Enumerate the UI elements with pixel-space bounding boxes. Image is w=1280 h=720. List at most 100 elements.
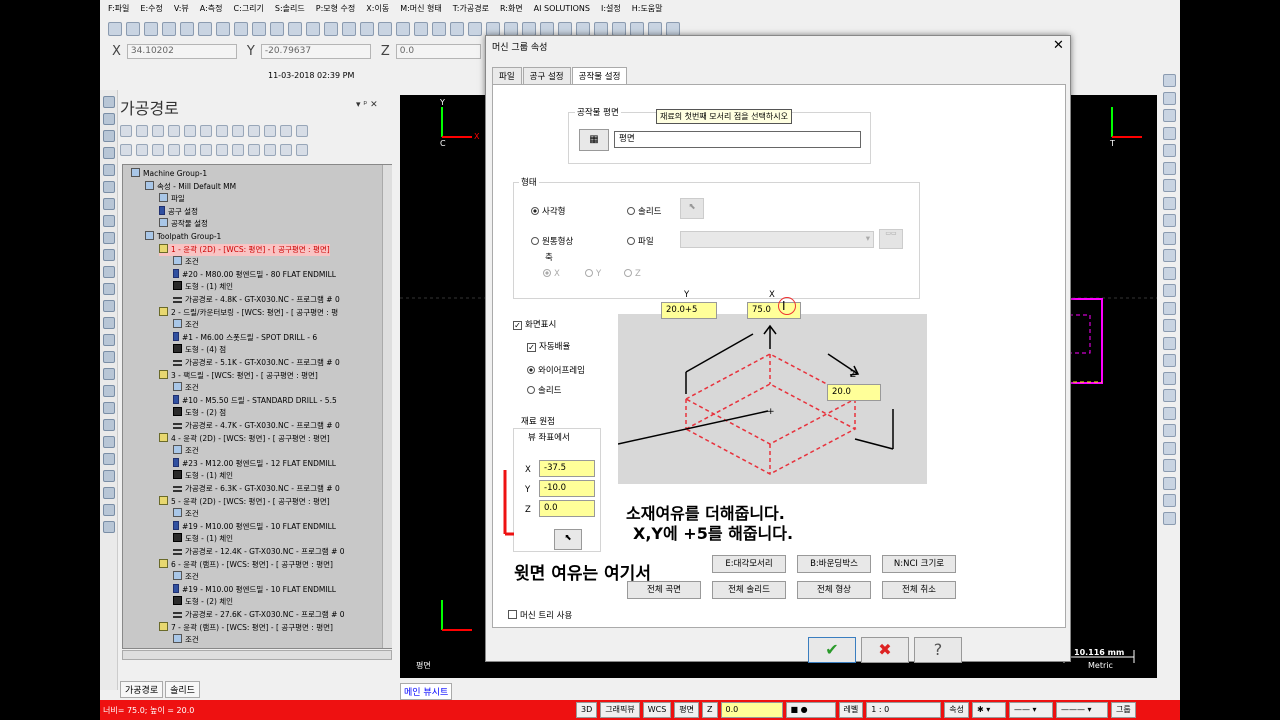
tree-row[interactable]: 조건	[173, 256, 199, 268]
toolbar-tool-icon[interactable]	[162, 22, 176, 36]
tree-row[interactable]: 조건	[173, 445, 199, 457]
right-tool-icon[interactable]	[1163, 371, 1176, 385]
help-button[interactable]: ?	[914, 637, 962, 663]
toolbar-tool-icon[interactable]	[414, 22, 428, 36]
toolpath-tool-icon[interactable]	[136, 125, 148, 137]
right-tool-icon[interactable]	[1163, 301, 1176, 315]
ok-button[interactable]: ✔	[808, 637, 856, 663]
toolbar-tool-icon[interactable]	[270, 22, 284, 36]
tree-row[interactable]: 도형 - (1) 체인	[173, 533, 233, 545]
toolbar-tool-icon[interactable]	[666, 22, 680, 36]
toolbar-tool-icon[interactable]	[432, 22, 446, 36]
sidebar-tool-icon[interactable]	[103, 113, 115, 125]
x-coordinate-field[interactable]: 34.10202	[126, 43, 237, 59]
status-point-style[interactable]: ✱ ▾	[971, 702, 1006, 718]
toolpath-tool-icon[interactable]	[296, 125, 308, 137]
tree-row[interactable]: Toolpath Group-1	[145, 231, 221, 243]
status-plane-button[interactable]: 평면	[674, 702, 700, 718]
menu-item-11[interactable]: AI SOLUTIONS	[534, 4, 590, 13]
toolpath-tool-icon[interactable]	[232, 125, 244, 137]
display-checkbox[interactable]: ✓	[513, 321, 522, 330]
wireframe-radio[interactable]	[527, 366, 535, 374]
tree-row[interactable]: 가공경로 - 4.7K - GT-X030.NC - 프로그램 # 0	[173, 420, 340, 432]
tree-vertical-scrollbar[interactable]	[382, 165, 392, 648]
sidebar-tool-icon[interactable]	[103, 300, 115, 312]
right-tool-icon[interactable]	[1163, 354, 1176, 367]
select-plane-button[interactable]: ▦	[579, 129, 609, 151]
toolbar-tool-icon[interactable]	[612, 22, 626, 36]
machine-tree-checkbox[interactable]	[508, 610, 517, 619]
tab-solids[interactable]: 솔리드	[165, 681, 200, 698]
tree-row[interactable]: 조건	[173, 508, 199, 520]
right-tool-icon[interactable]	[1163, 476, 1176, 490]
status-line-width[interactable]: ——— ▾	[1055, 702, 1108, 718]
toolbar-tool-icon[interactable]	[540, 22, 554, 36]
all-solids-button[interactable]: 전체 솔리드	[712, 581, 786, 599]
file-dropdown[interactable]: ▾	[680, 231, 874, 248]
right-tool-icon[interactable]	[1163, 441, 1176, 455]
right-tool-icon[interactable]	[1163, 266, 1176, 280]
tree-row[interactable]: 조건	[173, 319, 199, 331]
origin-x-field[interactable]: -37.5	[539, 460, 595, 477]
toolpath-tool-icon[interactable]	[120, 144, 132, 156]
menu-item-9[interactable]: T:가공경로	[453, 3, 489, 14]
right-tool-icon[interactable]	[1163, 389, 1176, 402]
cylinder-radio[interactable]	[531, 237, 539, 245]
right-tool-icon[interactable]	[1163, 319, 1176, 332]
tree-row[interactable]: #23 - M12.00 평엔드밀 - 12 FLAT ENDMILL	[173, 457, 336, 470]
toolbar-tool-icon[interactable]	[558, 22, 572, 36]
toolbar-tool-icon[interactable]	[324, 22, 338, 36]
nci-extents-button[interactable]: N:NCI 크기로	[882, 555, 956, 573]
right-tool-icon[interactable]	[1163, 284, 1176, 297]
toolpath-tool-icon[interactable]	[168, 144, 180, 156]
solid-option[interactable]: 솔리드	[627, 205, 661, 217]
toolpath-tool-icon[interactable]	[248, 125, 260, 137]
toolbar-tool-icon[interactable]	[306, 22, 320, 36]
sidebar-tool-icon[interactable]	[103, 487, 115, 499]
toolbar-tool-icon[interactable]	[126, 22, 140, 36]
sidebar-tool-icon[interactable]	[103, 147, 115, 159]
toolpath-tool-icon[interactable]	[120, 125, 132, 137]
tree-row[interactable]: 속성 - Mill Default MM	[145, 180, 236, 193]
sidebar-tool-icon[interactable]	[103, 470, 115, 482]
status-graphic-view-button[interactable]: 그래픽뷰	[600, 702, 640, 718]
tab-stock-setup[interactable]: 공작물 설정	[571, 67, 628, 84]
right-tool-icon[interactable]	[1163, 161, 1176, 175]
display-option[interactable]: ✓ 화면표시	[513, 318, 556, 330]
tree-row[interactable]: #19 - M10.00 평엔드밀 - 10 FLAT ENDMILL	[173, 583, 336, 596]
select-solid-button[interactable]: ⬉	[680, 198, 704, 219]
toolbar-tool-icon[interactable]	[342, 22, 356, 36]
right-tool-icon[interactable]	[1163, 494, 1176, 507]
tree-row[interactable]: Machine Group-1	[131, 168, 207, 180]
right-tool-icon[interactable]	[1163, 196, 1176, 210]
menu-item-2[interactable]: V:뷰	[174, 3, 189, 14]
toolbar-tool-icon[interactable]	[144, 22, 158, 36]
toolpath-tool-icon[interactable]	[264, 125, 276, 137]
tree-row[interactable]: #20 - M80.00 평엔드밀 - 80 FLAT ENDMILL	[173, 268, 336, 281]
sidebar-tool-icon[interactable]	[103, 385, 115, 397]
tree-horizontal-scrollbar[interactable]	[122, 650, 392, 660]
toolbar-tool-icon[interactable]	[198, 22, 212, 36]
sidebar-tool-icon[interactable]	[103, 130, 115, 142]
sidebar-tool-icon[interactable]	[103, 317, 115, 329]
tree-row[interactable]: 가공경로 - 6.3K - GT-X030.NC - 프로그램 # 0	[173, 483, 340, 495]
tree-row[interactable]: 5 - 윤곽 (2D) - [WCS: 평면] - [ 공구평면 : 평면]	[159, 495, 330, 508]
tab-files[interactable]: 파일	[492, 67, 522, 84]
right-tool-icon[interactable]	[1163, 126, 1176, 140]
menu-item-12[interactable]: I:설정	[601, 3, 621, 14]
tree-row[interactable]: 도형 - (1) 체인	[173, 470, 233, 482]
toolbar-tool-icon[interactable]	[522, 22, 536, 36]
cylinder-option[interactable]: 원통형상	[531, 235, 573, 247]
sidebar-tool-icon[interactable]	[103, 402, 115, 414]
menu-item-1[interactable]: E:수정	[140, 3, 162, 14]
toolpath-tool-icon[interactable]	[280, 125, 292, 137]
axis-z-radio[interactable]	[624, 269, 632, 277]
toolbar-tool-icon[interactable]	[180, 22, 194, 36]
all-entities-button[interactable]: 전체 형상	[797, 581, 871, 599]
solid-display-option[interactable]: 솔리드	[527, 384, 561, 396]
toolpath-tool-icon[interactable]	[200, 144, 212, 156]
sidebar-tool-icon[interactable]	[103, 96, 115, 108]
tree-row[interactable]: 2 - 드릴/카운터보링 - [WCS: 평면] - [ 공구평면 : 평	[159, 306, 338, 319]
menu-item-7[interactable]: X:이동	[366, 3, 389, 14]
toolpath-tool-icon[interactable]	[264, 144, 276, 156]
